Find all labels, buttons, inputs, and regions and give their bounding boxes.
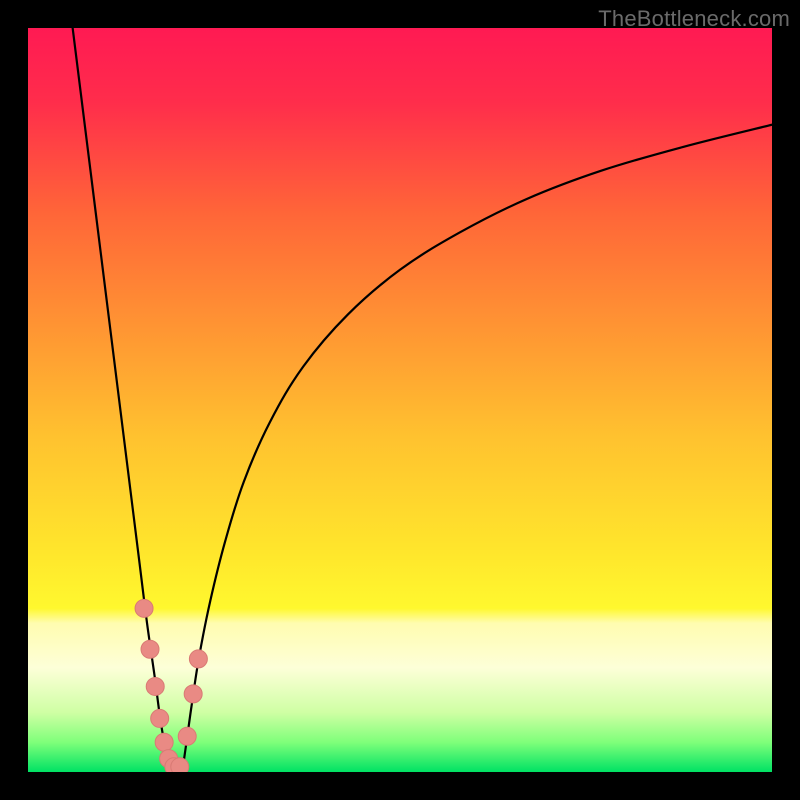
marker-point [151, 709, 169, 727]
gradient-background [28, 28, 772, 772]
marker-point [184, 685, 202, 703]
watermark-text: TheBottleneck.com [598, 6, 790, 32]
marker-point [178, 727, 196, 745]
marker-point [189, 650, 207, 668]
marker-point [146, 677, 164, 695]
marker-point [135, 599, 153, 617]
plot-area [28, 28, 772, 772]
chart-svg [28, 28, 772, 772]
marker-point [141, 640, 159, 658]
chart-frame: TheBottleneck.com [0, 0, 800, 800]
marker-point [171, 758, 189, 772]
marker-point [155, 733, 173, 751]
